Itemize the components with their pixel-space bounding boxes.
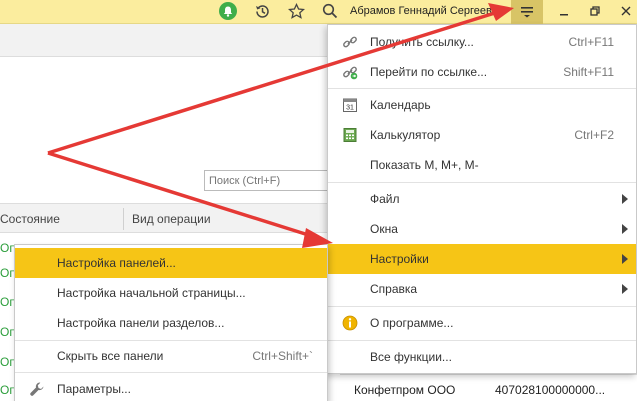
column-divider [123, 208, 124, 230]
submenu-arrow-icon [622, 284, 628, 294]
settings-submenu: Настройка панелей... Настройка начальной… [14, 244, 328, 401]
top-bar: Абрамов Геннадий Сергеевич [0, 0, 637, 24]
svg-text:31: 31 [346, 105, 354, 112]
menu-item-help[interactable]: Справка [328, 274, 636, 304]
submenu-item-start-page-settings[interactable]: Настройка начальной страницы... [15, 278, 327, 308]
submenu-arrow-icon [622, 194, 628, 204]
menu-item-settings[interactable]: Настройки [328, 244, 636, 274]
menu-item-get-link[interactable]: Получить ссылку... Ctrl+F11 [328, 27, 636, 57]
hamburger-menu-icon[interactable] [511, 0, 543, 24]
menu-item-calendar[interactable]: 31 Календарь [328, 90, 636, 120]
column-header-state[interactable]: Состояние [0, 204, 60, 234]
menu-item-calculator[interactable]: Калькулятор Ctrl+F2 [328, 120, 636, 150]
star-icon[interactable] [286, 0, 306, 22]
column-header-operation[interactable]: Вид операции [132, 204, 211, 234]
calendar-icon: 31 [342, 97, 358, 113]
goto-link-icon [342, 64, 358, 80]
submenu-item-panel-settings[interactable]: Настройка панелей... [15, 248, 327, 278]
menu-item-all-functions[interactable]: Все функции... [328, 342, 636, 372]
menu-separator [328, 88, 636, 89]
wrench-icon [29, 381, 45, 397]
search-icon[interactable] [320, 0, 340, 22]
menu-item-about[interactable]: О программе... [328, 308, 636, 338]
account-number: 407028100000000... [495, 383, 606, 397]
main-menu: Получить ссылку... Ctrl+F11 Перейти по с… [327, 24, 637, 374]
close-icon[interactable] [617, 0, 635, 22]
submenu-item-hide-all-panels[interactable]: Скрыть все панели Ctrl+Shift+` [15, 341, 327, 371]
submenu-item-sections-panel-settings[interactable]: Настройка панели разделов... [15, 308, 327, 338]
link-icon [342, 34, 358, 50]
user-name[interactable]: Абрамов Геннадий Сергеевич [350, 0, 504, 22]
minimize-icon[interactable] [555, 0, 573, 22]
app-window: Абрамов Геннадий Сергеевич Состояние Вид… [0, 0, 637, 401]
submenu-item-parameters[interactable]: Параметры... [15, 374, 327, 401]
menu-item-goto-link[interactable]: Перейти по ссылке... Shift+F11 [328, 57, 636, 87]
menu-separator [328, 306, 636, 307]
menu-separator [328, 182, 636, 183]
menu-item-show-memory[interactable]: Показать М, М+, М- [328, 150, 636, 180]
table-row[interactable]: Конфетпром ООО 407028100000000... [340, 374, 637, 401]
submenu-arrow-icon [622, 224, 628, 234]
form-header [0, 24, 330, 57]
counterparty-name: Конфетпром ООО [354, 383, 456, 397]
restore-icon[interactable] [586, 0, 604, 22]
menu-item-file[interactable]: Файл [328, 184, 636, 214]
menu-separator [15, 372, 327, 373]
search-input[interactable] [204, 170, 328, 191]
history-icon[interactable] [252, 0, 272, 22]
info-icon [342, 315, 358, 331]
calculator-icon [342, 127, 358, 143]
menu-item-windows[interactable]: Окна [328, 214, 636, 244]
grid-header: Состояние Вид операции [0, 203, 330, 233]
submenu-arrow-icon [622, 254, 628, 264]
menu-separator [328, 340, 636, 341]
bell-icon[interactable] [217, 0, 239, 22]
